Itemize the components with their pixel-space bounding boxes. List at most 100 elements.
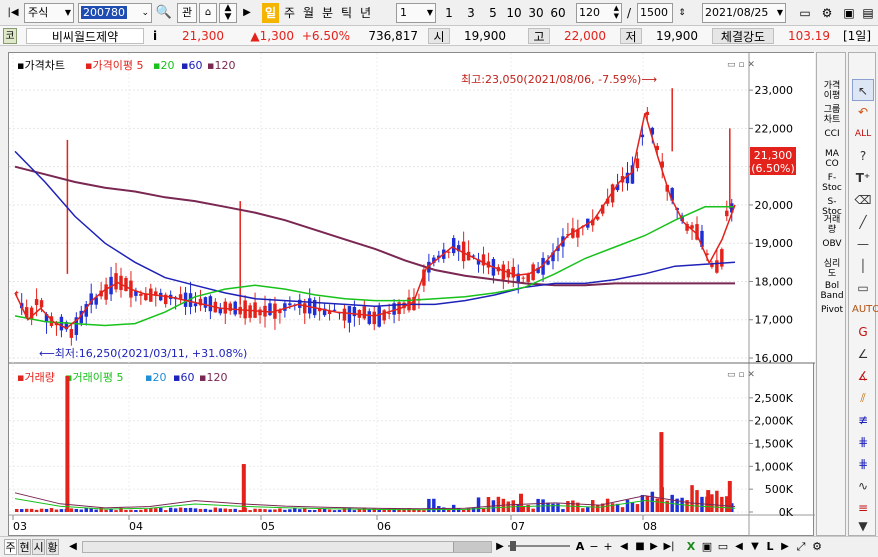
legend-ma60: ▪60 xyxy=(181,59,202,72)
zoom-slider-handle[interactable] xyxy=(510,541,516,551)
print-icon[interactable]: ▤ xyxy=(860,3,876,23)
zoom-slider[interactable] xyxy=(508,545,570,547)
period-button-1[interactable]: 주 xyxy=(281,3,298,23)
interval-button-60[interactable]: 60 xyxy=(548,3,568,23)
last-icon[interactable]: ▶| xyxy=(662,539,676,555)
period-button-3[interactable]: 분 xyxy=(319,3,336,23)
left-icon[interactable]: ◀ xyxy=(732,539,746,555)
first-icon[interactable]: ◀ xyxy=(618,539,630,555)
interval-select[interactable]: 1 ▼ xyxy=(396,3,436,23)
panel-minmax-icon-2[interactable]: ▭ ▫ ✕ xyxy=(727,370,755,380)
fullscreen-icon[interactable]: ⤢ xyxy=(794,539,808,555)
indicator-item-7[interactable]: OBV xyxy=(819,239,845,249)
scroll-right-icon[interactable]: ▶ xyxy=(494,539,506,555)
volume-bar xyxy=(34,509,39,512)
interval-button-5[interactable]: 5 xyxy=(484,3,502,23)
rectangle-icon[interactable]: ▭ xyxy=(852,277,874,299)
indicator-item-6[interactable]: 거래 량 xyxy=(819,215,845,235)
speed-line-icon[interactable]: ∡ xyxy=(852,365,874,387)
l-button[interactable]: L xyxy=(764,539,776,555)
excel-icon[interactable]: X xyxy=(684,539,698,555)
count-input[interactable]: 120 ▲ ▼ xyxy=(576,3,622,23)
window-icon[interactable]: ▭ xyxy=(796,3,814,23)
scrollbar-thumb[interactable] xyxy=(453,542,491,552)
zoom-out-icon[interactable]: − xyxy=(588,539,600,555)
interval-button-30[interactable]: 30 xyxy=(526,3,546,23)
interval-button-1[interactable]: 1 xyxy=(440,3,458,23)
wave-icon[interactable]: ∿ xyxy=(852,475,874,497)
indicator-item-3[interactable]: MA CO xyxy=(819,149,845,169)
indicator-item-10[interactable]: Pivot xyxy=(819,305,845,315)
undo-icon[interactable]: ↶ xyxy=(852,101,874,123)
favorite-icon[interactable]: ⌂ xyxy=(199,3,217,23)
chart-svg[interactable]: ▪가격차트 ▪가격이평 5 ▪20 ▪60 ▪120 ▪거래량 ▪거래이평 5 … xyxy=(9,53,815,537)
cycle-icon[interactable]: ⋕ xyxy=(852,453,874,475)
date-select[interactable]: 2021/08/25 ▼ xyxy=(702,3,786,23)
zoom-in-icon[interactable]: + xyxy=(602,539,614,555)
bottom-tab-3[interactable]: 황 xyxy=(46,539,59,555)
search-icon[interactable]: 🔍 xyxy=(155,3,173,23)
volume-bar xyxy=(144,509,148,512)
volume-spike xyxy=(65,375,70,512)
indicator-item-5[interactable]: S- Stoc xyxy=(819,197,845,217)
fan-line-icon[interactable]: ⫽ xyxy=(852,387,874,409)
parallel-icon[interactable]: ≢ xyxy=(852,409,874,431)
fibo-icon[interactable]: G xyxy=(852,321,874,343)
horizontal-line-icon[interactable]: — xyxy=(852,233,874,255)
prev-arrow-icon[interactable]: |◀ xyxy=(4,3,22,23)
market-select[interactable]: 주식 ▼ xyxy=(24,3,74,23)
window-small-icon[interactable]: ▭ xyxy=(716,539,730,555)
interval-button-10[interactable]: 10 xyxy=(504,3,524,23)
panel-minmax-icon[interactable]: ▭ ▫ ✕ xyxy=(727,60,755,70)
cursor-icon[interactable]: ↖ xyxy=(852,79,874,101)
indicator-item-4[interactable]: F- Stoc xyxy=(819,173,845,193)
text-tool-icon[interactable]: T⁺ xyxy=(852,167,874,189)
volume-bar xyxy=(238,510,242,512)
bottom-tab-0[interactable]: 주 xyxy=(4,539,17,555)
period-button-2[interactable]: 월 xyxy=(300,3,317,23)
candle-body xyxy=(34,299,39,306)
diagonal-line-icon[interactable]: ╱ xyxy=(852,211,874,233)
down-icon[interactable]: ▼ xyxy=(748,539,762,555)
a-button[interactable]: A xyxy=(574,539,586,555)
info-icon[interactable]: i xyxy=(148,28,162,44)
delete-all-icon[interactable]: ALL xyxy=(852,123,874,145)
save-icon[interactable]: ▣ xyxy=(840,3,858,23)
scroll-down-icon[interactable]: ▼ xyxy=(852,515,874,537)
scroll-left-icon[interactable]: ◀ xyxy=(66,539,80,555)
indicator-item-2[interactable]: CCI xyxy=(819,129,845,139)
code-input[interactable]: 200780 ⌄ xyxy=(78,3,152,23)
vertical-line-icon[interactable]: │ xyxy=(852,255,874,277)
bottom-tab-1[interactable]: 현 xyxy=(18,539,31,555)
indicator-item-8[interactable]: 심리 도 xyxy=(819,259,845,279)
gear-icon[interactable]: ⚙ xyxy=(818,3,836,23)
help-icon[interactable]: ? xyxy=(852,145,874,167)
angle-icon[interactable]: ∠ xyxy=(852,343,874,365)
gwan-button[interactable]: 관 xyxy=(177,3,197,23)
right-icon[interactable]: ▶ xyxy=(778,539,792,555)
indicator-item-0[interactable]: 가격 이평 xyxy=(819,81,845,101)
next-arrow-icon[interactable]: ▶ xyxy=(241,3,253,23)
bottom-tab-2[interactable]: 시 xyxy=(32,539,45,555)
total-spinner-icon[interactable]: ⇕ xyxy=(675,3,689,23)
candle-body xyxy=(526,274,530,282)
eraser-icon[interactable]: ⌫ xyxy=(852,189,874,211)
grid-tool-icon[interactable]: ⋕ xyxy=(852,431,874,453)
updown-spinner[interactable]: ▲ ▼ xyxy=(219,3,237,23)
stop-icon[interactable]: ■ xyxy=(634,539,646,555)
interval-button-3[interactable]: 3 xyxy=(462,3,480,23)
auto-line-icon[interactable]: AUTO xyxy=(852,299,878,321)
scrollbar-track[interactable] xyxy=(82,541,492,553)
period-button-4[interactable]: 틱 xyxy=(338,3,355,23)
stock-name[interactable]: 비씨월드제약 xyxy=(26,28,144,44)
save-small-icon[interactable]: ▣ xyxy=(700,539,714,555)
indicator-item-1[interactable]: 그룹 차트 xyxy=(819,105,845,125)
volume-bar xyxy=(620,507,625,512)
period-button-5[interactable]: 년 xyxy=(357,3,374,23)
play-icon[interactable]: ▶ xyxy=(648,539,660,555)
total-input[interactable]: 1500 xyxy=(637,3,673,23)
indicator-item-9[interactable]: Bol Band xyxy=(819,281,845,301)
period-button-0[interactable]: 일 xyxy=(262,3,279,23)
chart-area[interactable]: ▪가격차트 ▪가격이평 5 ▪20 ▪60 ▪120 ▪거래량 ▪거래이평 5 … xyxy=(8,52,815,537)
settings-small-icon[interactable]: ⚙ xyxy=(810,539,824,555)
